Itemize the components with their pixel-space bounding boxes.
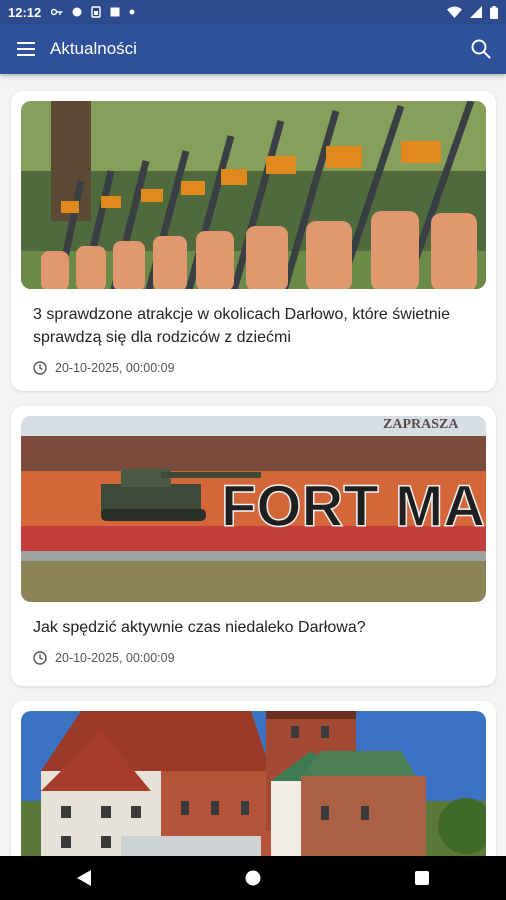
back-triangle-icon[interactable] <box>54 856 114 900</box>
key-icon <box>51 8 63 16</box>
image-text-marian: FORT MARIAN <box>221 474 486 539</box>
article-date-text: 20-10-2025, 00:00:09 <box>55 651 175 665</box>
article-title[interactable]: Jak spędzić aktywnie czas niedaleko Darł… <box>33 616 474 639</box>
article-image-carabiners <box>21 101 486 289</box>
article-date: 20-10-2025, 00:00:09 <box>33 651 474 665</box>
article-image-castle <box>21 711 486 856</box>
image-text-zaprasza: ZAPRASZA <box>383 417 459 432</box>
search-icon[interactable] <box>456 24 506 74</box>
recents-square-icon[interactable] <box>392 856 452 900</box>
status-right-icons <box>447 5 498 19</box>
notification-icons <box>51 6 135 18</box>
hamburger-menu-icon[interactable] <box>4 24 48 74</box>
app-bar: Aktualności <box>0 24 506 74</box>
status-time: 12:12 <box>8 4 42 20</box>
battery-icon <box>490 5 498 19</box>
article-image-fort-marian: FORT MARIAN ZAPRASZA <box>21 416 486 602</box>
stop-icon <box>110 7 120 17</box>
dot-icon <box>129 9 135 15</box>
signal-icon <box>470 6 482 18</box>
sim-icon <box>91 6 101 18</box>
clock-icon <box>33 651 47 665</box>
news-feed[interactable]: 3 sprawdzone atrakcje w okolicach Darłow… <box>0 74 506 856</box>
status-bar: 12:12 <box>0 0 506 24</box>
article-date: 20-10-2025, 00:00:09 <box>33 361 474 375</box>
system-nav-bar <box>0 856 506 900</box>
wifi-icon <box>447 6 462 18</box>
page-title: Aktualności <box>50 39 137 58</box>
news-card[interactable]: 3 sprawdzone atrakcje w okolicach Darłow… <box>11 91 496 391</box>
news-card[interactable] <box>11 701 496 856</box>
dot-icon <box>72 7 82 17</box>
home-circle-icon[interactable] <box>223 856 283 900</box>
article-title[interactable]: 3 sprawdzone atrakcje w okolicach Darłow… <box>33 303 474 349</box>
news-card[interactable]: FORT MARIAN ZAPRASZA Jak spędzić aktywni… <box>11 406 496 686</box>
article-date-text: 20-10-2025, 00:00:09 <box>55 361 175 375</box>
clock-icon <box>33 361 47 375</box>
